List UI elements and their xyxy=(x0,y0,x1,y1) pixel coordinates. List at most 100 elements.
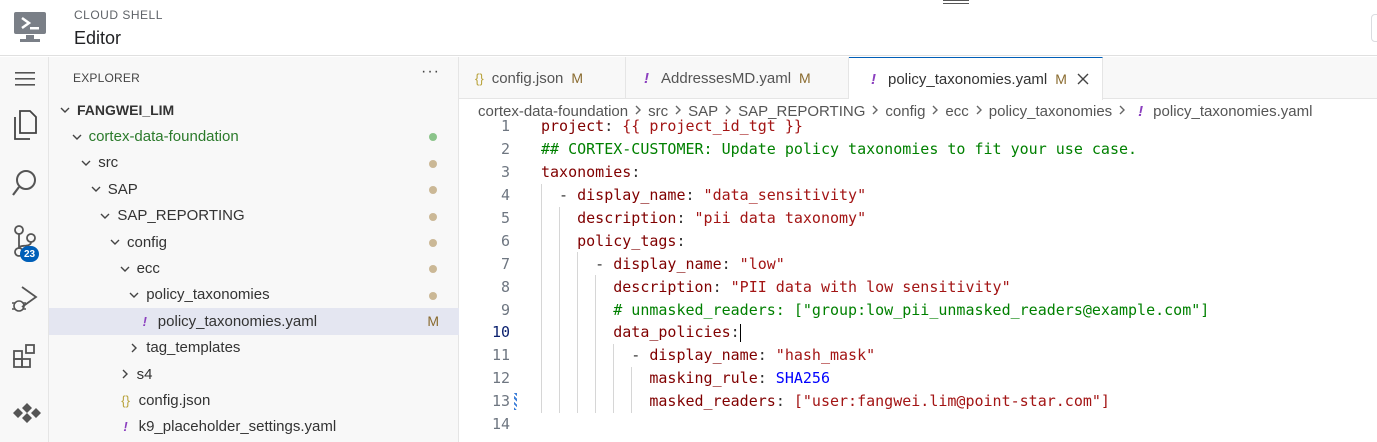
modified-indicator: M xyxy=(799,70,811,86)
top-header: CLOUD SHELL Editor xyxy=(0,0,1377,56)
code-text: masking_rule: SHA256 xyxy=(649,369,830,388)
code-line[interactable]: 12 masking_rule: SHA256 xyxy=(459,366,1377,390)
code-text: masked_readers: ["user:fangwei.lim@point… xyxy=(649,392,1110,411)
line-number: 7 xyxy=(500,254,510,273)
git-status-dot xyxy=(429,212,437,221)
code-line[interactable]: 4 - display_name: "data_sensitivity" xyxy=(459,183,1377,207)
close-icon[interactable] xyxy=(1077,73,1089,85)
cloud-shell-logo-icon xyxy=(14,12,46,42)
tree-item[interactable]: ! policy_taxonomies.yaml M xyxy=(49,308,459,335)
tree-item[interactable]: SAP_REPORTING xyxy=(49,203,459,229)
run-debug-icon[interactable] xyxy=(0,277,49,321)
tab-label: AddressesMD.yaml xyxy=(661,69,792,87)
chevron-down-icon xyxy=(69,131,85,143)
explorer-icon[interactable] xyxy=(0,103,49,147)
line-number: 4 xyxy=(500,186,510,205)
tree-item-label: config xyxy=(127,233,168,251)
code-line[interactable]: 3 taxonomies: xyxy=(459,161,1377,184)
chevron-down-icon xyxy=(107,236,123,248)
extensions-icon[interactable] xyxy=(0,335,49,379)
tree-item[interactable]: cortex-data-foundation xyxy=(49,123,459,149)
modified-indicator: M xyxy=(1055,71,1067,87)
code-text: description: "pii data taxonomy" xyxy=(577,209,867,227)
tree-item-label: config.json xyxy=(138,391,211,409)
line-number: 6 xyxy=(500,231,510,250)
code-text: policy_tags: xyxy=(577,231,686,250)
yaml-file-icon: ! xyxy=(871,70,876,88)
file-tree: FANGWEI_LIM cortex-data-foundation src SAP S… xyxy=(49,97,459,440)
code-line[interactable]: 14 xyxy=(459,413,1377,433)
line-number: 5 xyxy=(500,209,510,227)
code-line[interactable]: 6 policy_tags: xyxy=(459,229,1377,253)
git-change-marker xyxy=(514,392,517,410)
window-handle[interactable] xyxy=(943,0,969,4)
chevron-down-icon xyxy=(97,210,113,222)
code-text: data_policies: xyxy=(613,323,741,342)
chevron-down-icon xyxy=(88,183,104,195)
tree-item[interactable]: FANGWEI_LIM xyxy=(49,97,459,123)
tree-item[interactable]: {} config.json xyxy=(49,387,459,413)
code-line[interactable]: 13 masked_readers: ["user:fangwei.lim@po… xyxy=(459,389,1377,413)
line-number: 8 xyxy=(500,277,510,296)
code-line[interactable]: 2 ## CORTEX-CUSTOMER: Update policy taxon… xyxy=(459,138,1377,161)
tree-item[interactable]: SAP xyxy=(49,176,459,202)
tab-config-json[interactable]: {} config.json M xyxy=(459,57,626,99)
explorer-title: EXPLORER xyxy=(73,71,140,85)
code-line[interactable]: 1 project: {{ project_id_tgt }} xyxy=(459,115,1377,138)
tree-item[interactable]: s4 xyxy=(49,361,459,387)
code-editor[interactable]: 1 project: {{ project_id_tgt }} 2 ## CORTEX… xyxy=(459,115,1377,433)
more-actions-icon[interactable]: ··· xyxy=(421,63,440,81)
tree-item-label: k9_placeholder_settings.yaml xyxy=(138,418,337,436)
tab-addressesmd-yaml[interactable]: ! AddressesMD.yaml M xyxy=(626,57,849,99)
code-text: description: "PII data with low sensitiv… xyxy=(613,277,1011,296)
text-cursor xyxy=(739,323,741,342)
tree-item-label: FANGWEI_LIM xyxy=(77,102,175,119)
code-line[interactable]: 11 - display_name: "hash_mask" xyxy=(459,343,1377,367)
line-number: 10 xyxy=(491,323,510,342)
line-number: 14 xyxy=(491,415,510,433)
tree-item[interactable]: policy_taxonomies xyxy=(49,282,459,308)
line-number: 1 xyxy=(500,117,510,136)
git-status-dot xyxy=(429,265,437,274)
code-line[interactable]: 8 description: "PII data with low sensit… xyxy=(459,275,1377,299)
product-title: Editor xyxy=(74,28,122,48)
modified-indicator: M xyxy=(571,70,584,86)
code-text: project: {{ project_id_tgt }} xyxy=(541,117,803,136)
cloud-code-icon[interactable] xyxy=(0,391,49,435)
code-line[interactable]: 7 - display_name: "low" xyxy=(459,252,1377,276)
json-file-icon: {} xyxy=(121,392,130,408)
search-icon[interactable] xyxy=(0,161,49,205)
tree-item[interactable]: ecc xyxy=(49,255,459,281)
tree-item[interactable]: config xyxy=(49,229,459,255)
code-line[interactable]: 9 # unmasked_readers: ["group:low_pii_un… xyxy=(459,298,1377,322)
editor-tabs: {} config.json M ! AddressesMD.yaml M ! … xyxy=(459,57,1377,100)
chevron-right-icon xyxy=(126,342,142,354)
line-number: 3 xyxy=(500,163,510,182)
tree-item-label: SAP_REPORTING xyxy=(117,207,245,225)
top-right-control[interactable] xyxy=(1371,14,1377,42)
line-number: 9 xyxy=(500,300,510,319)
code-text: # unmasked_readers: ["group:low_pii_unma… xyxy=(613,300,1210,319)
chevron-down-icon xyxy=(117,263,133,275)
json-file-icon: {} xyxy=(475,70,484,86)
code-text: - display_name: "hash_mask" xyxy=(541,346,876,365)
git-status-dot xyxy=(429,159,437,168)
code-line[interactable]: 5 description: "pii data taxonomy" xyxy=(459,206,1377,230)
code-text: - display_name: "data_sensitivity" xyxy=(541,186,867,205)
line-number: 2 xyxy=(500,140,510,159)
tree-item-label: policy_taxonomies xyxy=(146,286,270,304)
code-line[interactable]: 10 data_policies: xyxy=(459,321,1377,344)
tree-item[interactable]: tag_templates xyxy=(49,335,459,361)
line-number: 12 xyxy=(491,369,510,388)
tab-policy-taxonomies-yaml[interactable]: ! policy_taxonomies.yaml M xyxy=(849,57,1103,100)
tree-item-label: s4 xyxy=(136,365,153,383)
menu-icon[interactable] xyxy=(0,57,49,101)
git-status-dot xyxy=(429,291,437,300)
chevron-right-icon xyxy=(117,368,133,380)
tree-item[interactable]: src xyxy=(49,150,459,176)
tab-label: config.json xyxy=(491,69,564,87)
tree-item-label: tag_templates xyxy=(146,339,241,357)
line-number: 11 xyxy=(491,346,510,365)
tree-item[interactable]: ! k9_placeholder_settings.yaml xyxy=(49,414,459,440)
chevron-down-icon xyxy=(126,289,142,301)
